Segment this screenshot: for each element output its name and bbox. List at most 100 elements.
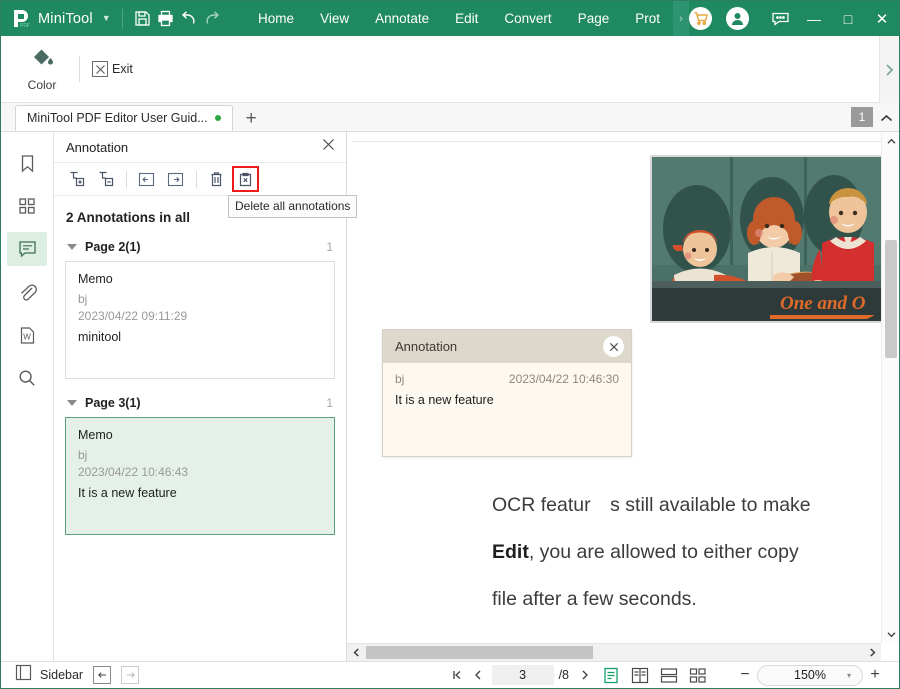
annotation-panel: Annotation Delete all annotations 2 Anno… xyxy=(54,132,358,661)
chevron-down-icon: ▾ xyxy=(846,670,851,680)
minitool-pdf-editor-window: PDF MiniTool ▼ Home View Annotate Edit C… xyxy=(0,0,900,689)
continuous-view-icon[interactable] xyxy=(655,664,682,686)
menu-item-home[interactable]: Home xyxy=(245,6,307,31)
sidebar-item-word[interactable]: W xyxy=(7,318,47,352)
expand-all-icon[interactable] xyxy=(65,168,88,190)
menu-bar: Home View Annotate Edit Convert Page Pro… xyxy=(245,1,689,36)
title-bar: PDF MiniTool ▼ Home View Annotate Edit C… xyxy=(1,1,899,36)
sidebar-item-annotation[interactable] xyxy=(7,232,47,266)
brand-label: MiniTool xyxy=(38,10,93,27)
exit-button[interactable]: Exit xyxy=(92,61,133,77)
two-page-view-icon[interactable] xyxy=(626,664,653,686)
document-tab[interactable]: MiniTool PDF Editor User Guid... xyxy=(15,105,233,131)
annotation-group-label: Page 3(1) xyxy=(85,396,141,410)
minitool-logo-icon: PDF xyxy=(11,8,31,29)
zoom-controls: − 150% ▾ + xyxy=(733,664,887,686)
memo-date: 2023/04/22 10:46:43 xyxy=(78,465,189,479)
zoom-level-select[interactable]: 150% ▾ xyxy=(757,664,863,686)
page-illustration: One and O xyxy=(650,155,881,323)
memo-author: bj xyxy=(78,448,88,462)
zoom-out-button[interactable]: − xyxy=(733,664,757,686)
sidebar-toggle-button[interactable]: Sidebar xyxy=(15,664,83,686)
document-tab-bar: MiniTool PDF Editor User Guid... + 1 xyxy=(1,103,899,132)
app-logo: PDF MiniTool ▼ xyxy=(11,8,111,29)
navigate-back-button[interactable] xyxy=(93,666,112,684)
memo-body: It is a new feature xyxy=(78,486,177,500)
delete-all-annotations-icon[interactable] xyxy=(232,166,259,192)
zoom-level-value: 150% xyxy=(794,668,826,682)
menu-item-page[interactable]: Page xyxy=(565,6,623,31)
sidebar-toggle-label: Sidebar xyxy=(40,668,84,682)
save-icon[interactable] xyxy=(131,5,154,33)
menu-item-convert[interactable]: Convert xyxy=(491,6,564,31)
feedback-icon[interactable] xyxy=(763,1,797,36)
cart-icon[interactable] xyxy=(689,7,712,30)
undo-icon[interactable] xyxy=(177,5,200,33)
annotation-group-header[interactable]: Page 2(1) 1 xyxy=(65,236,335,261)
scroll-right-icon[interactable] xyxy=(863,644,881,661)
minimize-button[interactable]: — xyxy=(797,1,831,36)
account-icon[interactable] xyxy=(726,7,749,30)
horizontal-scrollbar[interactable] xyxy=(347,643,881,661)
list-item[interactable]: Memo bj 2023/04/22 09:11:29 minitool xyxy=(65,261,335,379)
scroll-up-icon[interactable] xyxy=(882,132,899,150)
color-bucket-icon xyxy=(30,47,55,75)
previous-annotation-icon[interactable] xyxy=(135,168,158,190)
scroll-down-icon[interactable] xyxy=(882,625,899,643)
sidebar-item-search[interactable] xyxy=(7,361,47,395)
next-annotation-icon[interactable] xyxy=(164,168,187,190)
annotation-popup-meta: bj 2023/04/22 10:46:30 xyxy=(383,363,631,386)
svg-text:One and O: One and O xyxy=(780,293,866,314)
navigate-forward-button[interactable] xyxy=(121,666,140,684)
redo-icon[interactable] xyxy=(200,5,223,33)
next-page-button[interactable] xyxy=(574,665,595,685)
menu-item-edit[interactable]: Edit xyxy=(442,6,491,31)
memo-title: Memo xyxy=(78,428,113,442)
scroll-left-icon[interactable] xyxy=(347,644,365,661)
delete-annotation-icon[interactable] xyxy=(205,168,228,190)
vertical-scrollbar-thumb[interactable] xyxy=(885,240,897,358)
page-text-line-2: Edit, you are allowed to either copy xyxy=(492,529,881,576)
menu-item-protect[interactable]: Prot xyxy=(622,6,673,31)
collapse-all-icon[interactable] xyxy=(94,168,117,190)
memo-spacer xyxy=(78,500,322,518)
sidebar-item-attachment[interactable] xyxy=(7,275,47,309)
close-button[interactable]: ✕ xyxy=(865,1,899,36)
memo-author: bj xyxy=(78,292,88,306)
horizontal-scrollbar-thumb[interactable] xyxy=(366,646,593,659)
close-icon[interactable] xyxy=(603,336,624,357)
memo-date: 2023/04/22 09:11:29 xyxy=(78,309,188,323)
close-icon[interactable] xyxy=(319,136,338,158)
previous-page-button[interactable] xyxy=(468,665,489,685)
annotation-popup[interactable]: Annotation bj 2023/04/22 10:46:30 It is … xyxy=(382,329,632,457)
zoom-in-button[interactable]: + xyxy=(863,664,887,686)
new-tab-button[interactable]: + xyxy=(246,109,257,128)
page-number-input[interactable] xyxy=(491,665,554,685)
titlebar-right-controls: — □ ✕ xyxy=(689,1,899,36)
menu-item-view[interactable]: View xyxy=(307,6,362,31)
sidebar-item-thumbnails[interactable] xyxy=(7,189,47,223)
sidebar-item-bookmark[interactable] xyxy=(7,146,47,180)
grid-view-icon[interactable] xyxy=(684,664,711,686)
chevron-up-icon[interactable] xyxy=(873,105,899,131)
tooltip: Delete all annotations xyxy=(228,195,358,218)
ribbon-toolbar: Color Exit xyxy=(1,36,899,103)
first-page-button[interactable] xyxy=(447,665,468,685)
single-page-view-icon[interactable] xyxy=(597,664,624,686)
ribbon-divider xyxy=(79,56,80,82)
annotation-group-header[interactable]: Page 3(1) 1 xyxy=(65,392,335,417)
annotation-popup-title: Annotation xyxy=(395,339,458,354)
ribbon-expand-button[interactable] xyxy=(879,36,899,103)
document-view: One and O Annotation bj 2023/04/22 10:46… xyxy=(347,132,899,661)
vertical-scrollbar[interactable] xyxy=(881,132,899,643)
color-button[interactable]: Color xyxy=(13,47,71,92)
print-icon[interactable] xyxy=(154,5,177,33)
maximize-button[interactable]: □ xyxy=(831,1,865,36)
annotation-list: Page 2(1) 1 Memo bj 2023/04/22 09:11:29 … xyxy=(54,236,346,661)
list-item[interactable]: Memo bj 2023/04/22 10:46:43 It is a new … xyxy=(65,417,335,535)
menu-overflow-icon[interactable]: › xyxy=(672,1,689,36)
chevron-down-icon xyxy=(67,244,77,250)
line2-bold: Edit xyxy=(492,541,529,563)
brand-dropdown-icon[interactable]: ▼ xyxy=(102,14,111,23)
menu-item-annotate[interactable]: Annotate xyxy=(362,6,442,31)
